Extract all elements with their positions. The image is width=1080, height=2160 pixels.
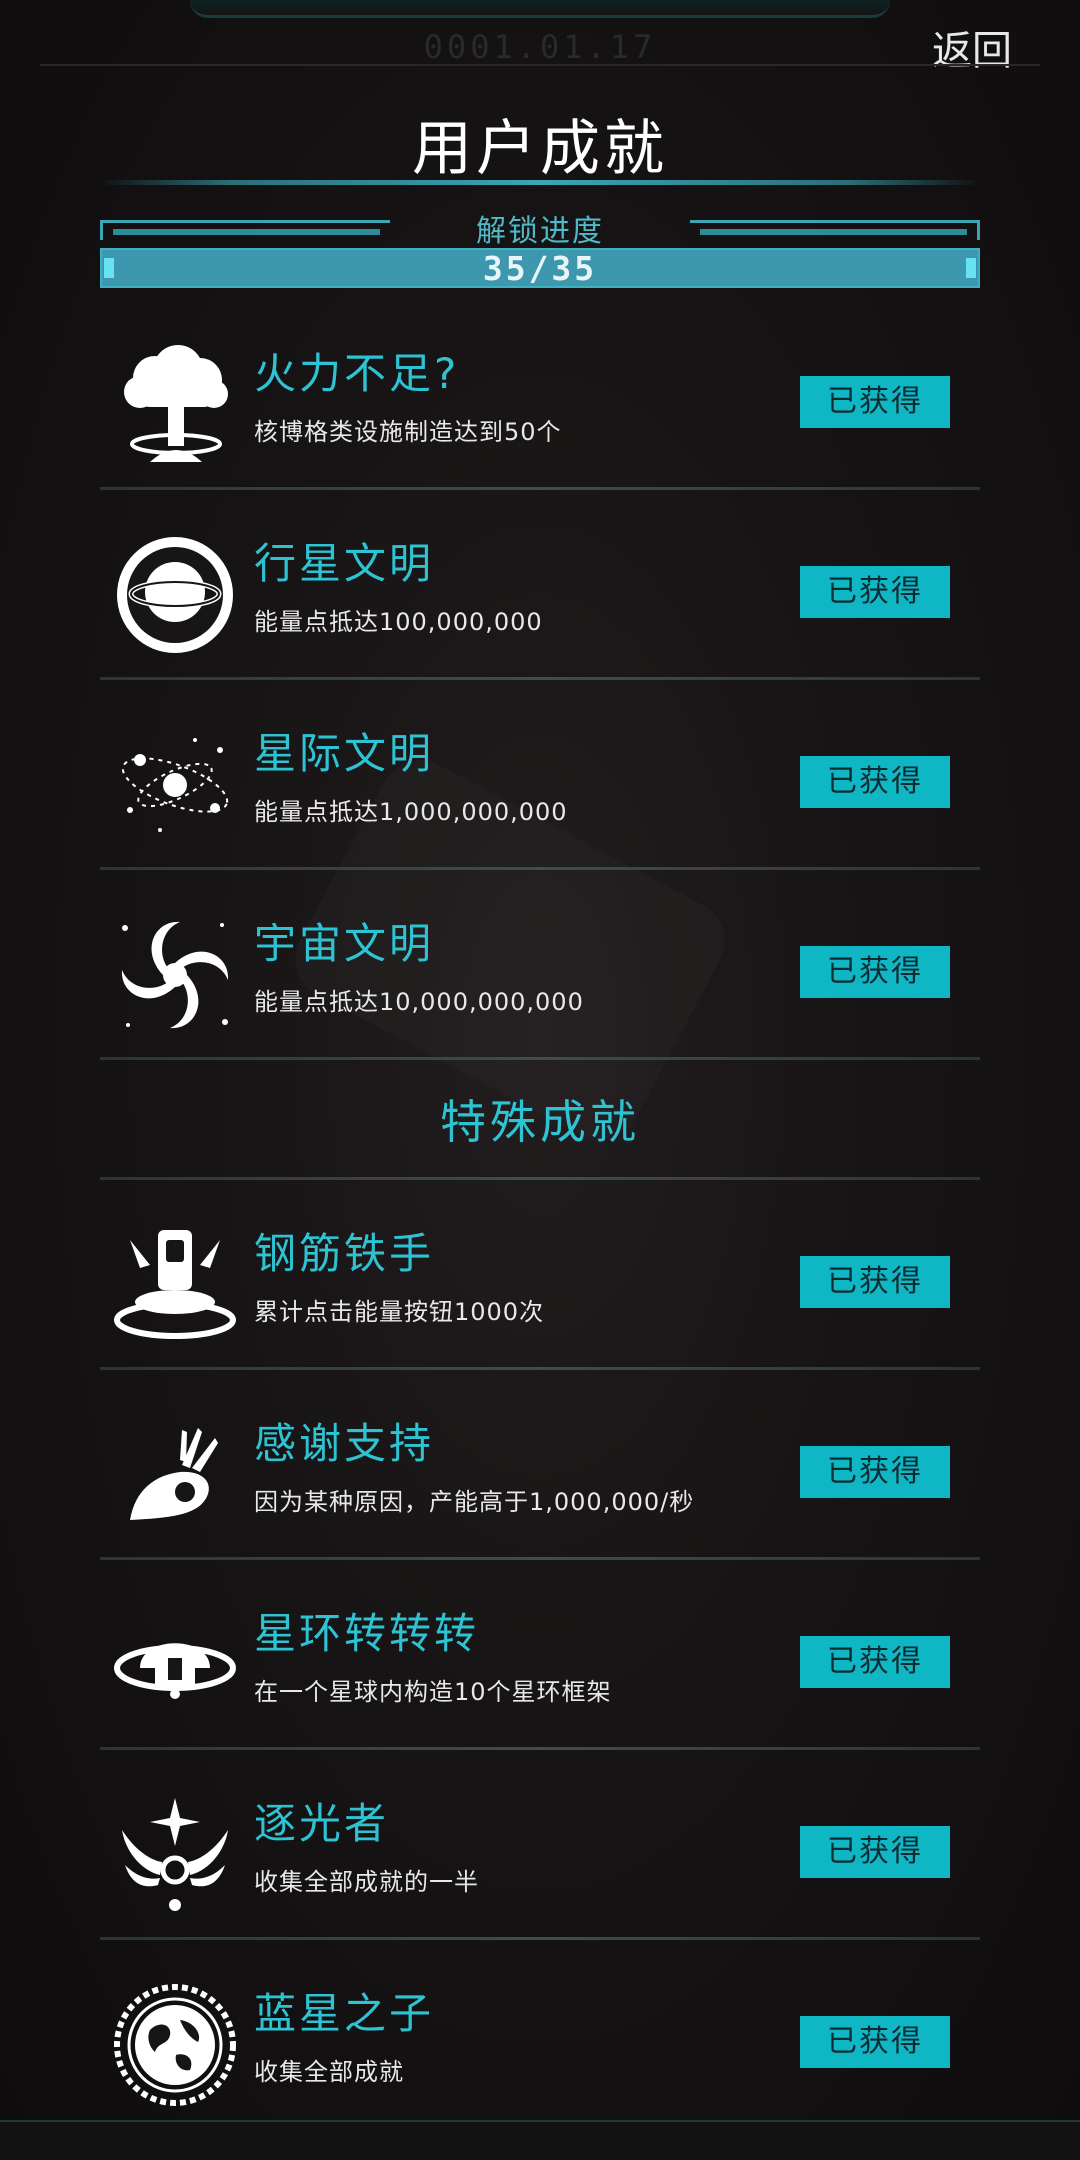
- achievement-row: 火力不足? 核博格类设施制造达到50个 已获得: [100, 300, 980, 490]
- obtained-badge: 已获得: [800, 1446, 950, 1498]
- star-system-icon: [110, 720, 240, 850]
- achievement-description: 能量点抵达100,000,000: [254, 608, 543, 636]
- top-notch-frame: [190, 0, 890, 18]
- achievement-description: 因为某种原因，产能高于1,000,000/秒: [254, 1488, 695, 1516]
- progress-bar: 35/35: [100, 248, 980, 288]
- obtained-badge: 已获得: [800, 1636, 950, 1688]
- header-divider: [40, 64, 1040, 66]
- spiral-galaxy-icon: [110, 910, 240, 1040]
- achievement-description: 能量点抵达10,000,000,000: [254, 988, 584, 1016]
- winged-star-icon: [110, 1790, 240, 1920]
- achievement-row: 感谢支持 因为某种原因，产能高于1,000,000/秒 已获得: [100, 1370, 980, 1560]
- planet-icon: [110, 530, 240, 660]
- achievement-title: 行星文明: [254, 539, 435, 588]
- finger-press-icon: [110, 1220, 240, 1350]
- achievement-row: 蓝星之子 收集全部成就 已获得: [100, 1940, 980, 2130]
- earth-emblem-icon: [110, 1980, 240, 2110]
- obtained-badge: 已获得: [800, 566, 950, 618]
- achievement-title: 钢筋铁手: [254, 1229, 435, 1278]
- progress-value: 35/35: [482, 249, 598, 288]
- achievement-title: 感谢支持: [254, 1419, 435, 1468]
- unlock-progress-panel: 解锁进度 35/35: [100, 210, 980, 295]
- achievement-row: 宇宙文明 能量点抵达10,000,000,000 已获得: [100, 870, 980, 1060]
- section-title: 特殊成就: [440, 1095, 640, 1149]
- obtained-badge: 已获得: [800, 1826, 950, 1878]
- achievements-screen: 0001.01.17 返回 用户成就 解锁进度 35/35 火力不足? 核博格类…: [0, 0, 1080, 2160]
- achievement-row: 行星文明 能量点抵达100,000,000 已获得: [100, 490, 980, 680]
- achievement-description: 能量点抵达1,000,000,000: [254, 798, 568, 826]
- achievement-title: 星际文明: [254, 729, 435, 778]
- achievement-row: 钢筋铁手 累计点击能量按钮1000次 已获得: [100, 1180, 980, 1370]
- obtained-badge: 已获得: [800, 1256, 950, 1308]
- achievement-description: 在一个星球内构造10个星环框架: [254, 1678, 612, 1706]
- achievement-description: 收集全部成就: [254, 2058, 404, 2086]
- obtained-badge: 已获得: [800, 2016, 950, 2068]
- ok-hand-icon: [110, 1410, 240, 1540]
- achievement-list: 火力不足? 核博格类设施制造达到50个 已获得 行星文明 能量点抵达100,00…: [100, 300, 980, 2130]
- progress-label: 解锁进度: [476, 214, 604, 249]
- page-title: 用户成就: [412, 114, 668, 184]
- achievement-description: 累计点击能量按钮1000次: [254, 1298, 545, 1326]
- achievement-title: 逐光者: [254, 1799, 390, 1848]
- achievement-row: 逐光者 收集全部成就的一半 已获得: [100, 1750, 980, 1940]
- achievement-row: 星际文明 能量点抵达1,000,000,000 已获得: [100, 680, 980, 870]
- special-achievements-header: 特殊成就: [100, 1060, 980, 1180]
- title-divider: [100, 180, 980, 185]
- game-date: 0001.01.17: [423, 28, 657, 66]
- achievement-description: 收集全部成就的一半: [254, 1868, 479, 1896]
- obtained-badge: 已获得: [800, 756, 950, 808]
- ring-station-icon: [110, 1600, 240, 1730]
- achievement-title: 星环转转转: [254, 1609, 480, 1658]
- nuclear-explosion-icon: [110, 340, 240, 470]
- bottom-frame: [0, 2120, 1080, 2160]
- obtained-badge: 已获得: [800, 376, 950, 428]
- achievement-row: 星环转转转 在一个星球内构造10个星环框架 已获得: [100, 1560, 980, 1750]
- achievement-title: 蓝星之子: [254, 1989, 435, 2038]
- achievement-description: 核博格类设施制造达到50个: [254, 418, 562, 446]
- obtained-badge: 已获得: [800, 946, 950, 998]
- achievement-title: 火力不足?: [254, 349, 460, 398]
- achievement-title: 宇宙文明: [254, 919, 435, 968]
- back-button[interactable]: 返回: [932, 18, 1012, 76]
